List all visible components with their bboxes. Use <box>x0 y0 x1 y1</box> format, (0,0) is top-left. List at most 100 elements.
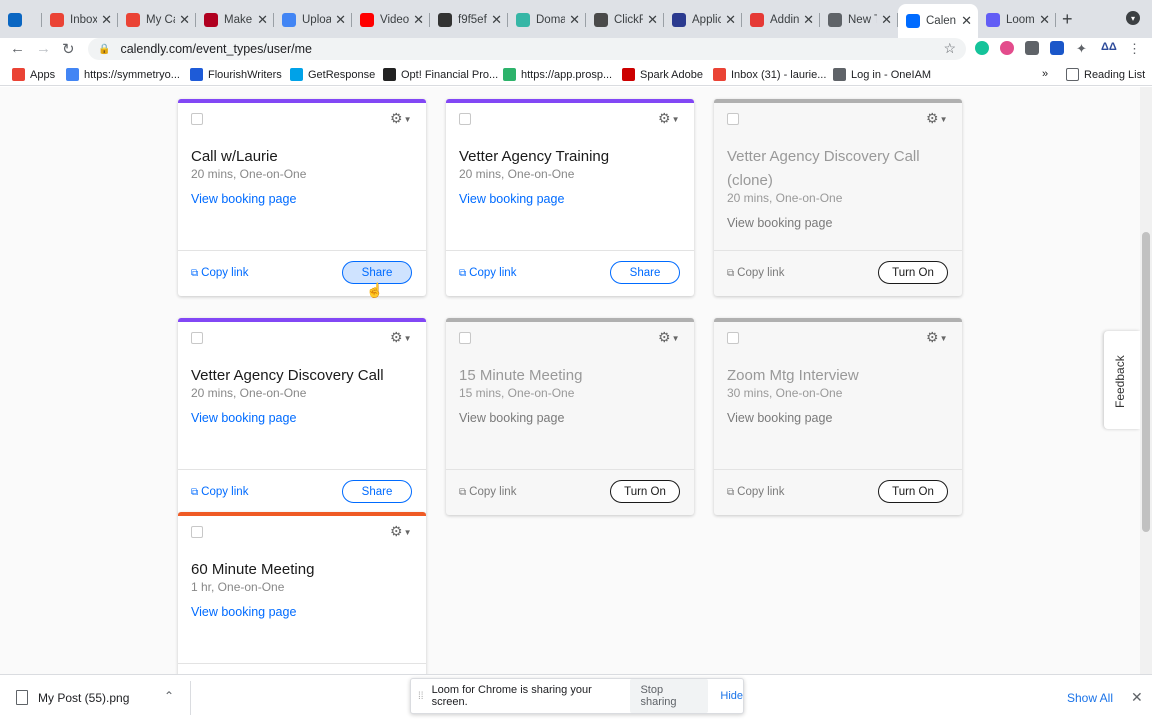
scrollbar-thumb[interactable] <box>1142 232 1150 532</box>
bookmarks-overflow-icon[interactable]: » <box>1042 68 1048 80</box>
close-tab-icon[interactable]: ✕ <box>179 12 190 28</box>
browser-tab[interactable]: ClickF ✕ <box>586 6 664 34</box>
settings-gear-icon[interactable]: ⚙▼ <box>926 110 947 127</box>
back-arrow-icon[interactable]: ← <box>10 40 25 57</box>
puzzle-extensions-icon[interactable]: ✦ <box>1076 41 1090 56</box>
settings-gear-icon[interactable]: ⚙▼ <box>390 110 411 127</box>
browser-tab[interactable]: Addin ✕ <box>742 6 820 34</box>
drag-handle-icon[interactable]: ⁞⁞ <box>418 691 424 702</box>
browser-tab[interactable]: Calen ✕ <box>898 4 978 38</box>
select-checkbox[interactable] <box>191 332 203 344</box>
copy-link-button[interactable]: ⧉ Copy link <box>191 267 248 279</box>
view-booking-page-link[interactable]: View booking page <box>459 192 564 206</box>
share-button[interactable]: Share <box>342 261 412 284</box>
close-tab-icon[interactable]: ✕ <box>1039 12 1050 28</box>
view-booking-page-link[interactable]: View booking page <box>191 411 296 425</box>
browser-tab[interactable]: Uploa ✕ <box>274 6 352 34</box>
q-extension-icon[interactable] <box>1050 41 1064 55</box>
bookmark-item[interactable]: Apps <box>12 68 55 81</box>
close-tab-icon[interactable]: ✕ <box>647 12 658 28</box>
turn-on-button[interactable]: Turn On <box>878 261 948 284</box>
new-tab-button[interactable]: + <box>1062 9 1073 30</box>
turn-on-button[interactable]: Turn On <box>610 480 680 503</box>
bookmark-item[interactable]: Inbox (31) - laurie... <box>713 68 826 81</box>
card-divider <box>714 469 962 470</box>
share-button[interactable]: Share <box>610 261 680 284</box>
stop-sharing-button[interactable]: Stop sharing <box>630 679 709 713</box>
select-checkbox[interactable] <box>727 113 739 125</box>
camera-extension-icon[interactable] <box>1025 41 1039 55</box>
feedback-tab[interactable]: Feedback <box>1104 331 1140 429</box>
card-color-bar <box>446 99 694 103</box>
close-tab-icon[interactable]: ✕ <box>881 12 892 28</box>
copy-link-button[interactable]: ⧉ Copy link <box>727 267 784 279</box>
turn-on-button[interactable]: Turn On <box>878 480 948 503</box>
close-tab-icon[interactable]: ✕ <box>101 12 112 28</box>
reload-icon[interactable]: ↻ <box>62 40 75 58</box>
bookmark-item[interactable]: https://app.prosp... <box>503 68 612 81</box>
view-booking-page-link[interactable]: View booking page <box>459 411 564 425</box>
event-type-card: ⚙▼ Zoom Mtg Interview 30 mins, One-on-One V… <box>714 318 962 515</box>
reading-list-button[interactable]: Reading List <box>1066 68 1145 81</box>
browser-tab[interactable]: Make ✕ <box>196 6 274 34</box>
page-scrollbar[interactable] <box>1140 87 1152 674</box>
settings-gear-icon[interactable]: ⚙▼ <box>658 110 679 127</box>
chevron-up-icon[interactable]: ⌃ <box>164 689 174 703</box>
hide-button[interactable]: Hide <box>720 690 743 702</box>
select-checkbox[interactable] <box>459 332 471 344</box>
tab-search-icon[interactable]: ▾ <box>1126 11 1140 25</box>
close-tab-icon[interactable]: ✕ <box>335 12 346 28</box>
view-booking-page-link[interactable]: View booking page <box>727 216 832 230</box>
browser-tab[interactable]: Applic ✕ <box>664 6 742 34</box>
copy-link-button[interactable]: ⧉ Copy link <box>191 486 248 498</box>
copy-link-button[interactable]: ⧉ Copy link <box>459 267 516 279</box>
download-item[interactable]: My Post (55).png <box>16 690 129 705</box>
close-tab-icon[interactable]: ✕ <box>413 12 424 28</box>
browser-tab[interactable] <box>0 6 42 34</box>
browser-tab[interactable]: My Ca ✕ <box>118 6 196 34</box>
select-checkbox[interactable] <box>191 526 203 538</box>
file-icon <box>16 690 28 705</box>
browser-tab[interactable]: Doma ✕ <box>508 6 586 34</box>
extension-icon[interactable] <box>1000 41 1014 55</box>
view-booking-page-link[interactable]: View booking page <box>191 605 296 619</box>
view-booking-page-link[interactable]: View booking page <box>727 411 832 425</box>
browser-tab[interactable]: Video ✕ <box>352 6 430 34</box>
select-checkbox[interactable] <box>727 332 739 344</box>
select-checkbox[interactable] <box>191 113 203 125</box>
show-all-button[interactable]: Show All <box>1058 685 1122 711</box>
view-booking-page-link[interactable]: View booking page <box>191 192 296 206</box>
close-tab-icon[interactable]: ✕ <box>803 12 814 28</box>
close-tab-icon[interactable]: ✕ <box>961 13 972 29</box>
close-tab-icon[interactable]: ✕ <box>491 12 502 28</box>
bookmark-item[interactable]: https://symmetryo... <box>66 68 180 81</box>
browser-menu-icon[interactable]: ⋮ <box>1128 41 1142 56</box>
profile-extension-icon[interactable]: ΔΔ <box>1101 41 1117 55</box>
bookmark-item[interactable]: Opt! Financial Pro... <box>383 68 498 81</box>
settings-gear-icon[interactable]: ⚙▼ <box>390 523 411 540</box>
reading-list-icon <box>1066 68 1079 81</box>
copy-link-button[interactable]: ⧉ Copy link <box>727 486 784 498</box>
forward-arrow-icon[interactable]: → <box>36 40 51 57</box>
browser-tab[interactable]: f9f5ef ✕ <box>430 6 508 34</box>
settings-gear-icon[interactable]: ⚙▼ <box>658 329 679 346</box>
bookmark-item[interactable]: GetResponse <box>290 68 375 81</box>
browser-tab[interactable]: Loom ✕ <box>978 6 1056 34</box>
select-checkbox[interactable] <box>459 113 471 125</box>
bookmark-item[interactable]: Spark Adobe <box>622 68 703 81</box>
address-bar[interactable]: 🔒 calendly.com/event_types/user/me ☆ <box>88 38 966 60</box>
bookmark-item[interactable]: Log in - OneIAM <box>833 68 931 81</box>
browser-tab[interactable]: Inbox ✕ <box>42 6 118 34</box>
grammarly-icon[interactable] <box>975 41 989 55</box>
copy-link-button[interactable]: ⧉ Copy link <box>459 486 516 498</box>
settings-gear-icon[interactable]: ⚙▼ <box>390 329 411 346</box>
bookmark-item[interactable]: FlourishWriters <box>190 68 282 81</box>
bookmark-star-icon[interactable]: ☆ <box>943 40 956 57</box>
close-tab-icon[interactable]: ✕ <box>257 12 268 28</box>
browser-tab[interactable]: New T ✕ <box>820 6 898 34</box>
close-tab-icon[interactable]: ✕ <box>569 12 580 28</box>
close-tab-icon[interactable]: ✕ <box>725 12 736 28</box>
share-button[interactable]: Share <box>342 480 412 503</box>
settings-gear-icon[interactable]: ⚙▼ <box>926 329 947 346</box>
close-icon[interactable]: ✕ <box>1131 689 1143 706</box>
